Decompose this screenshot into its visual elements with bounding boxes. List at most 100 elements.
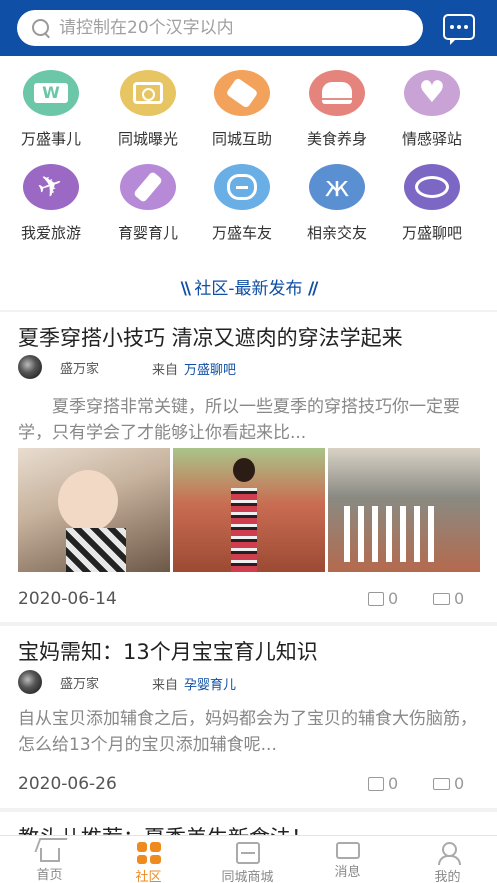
airplane-icon: ✈ [23, 164, 79, 210]
from-label: 来自 [152, 363, 179, 378]
post-date: 2020-06-26 [18, 774, 117, 794]
heart-shape: ♥ [418, 75, 446, 110]
grid-icon [136, 842, 161, 864]
section-mark-left: \\ [180, 279, 192, 299]
category-xiangqin-jiaoyou[interactable]: ж 相亲交友 [289, 164, 385, 243]
category-qinggan-yizhan[interactable]: ♥ 情感驿站 [384, 70, 480, 149]
comment-count: 0 [454, 774, 465, 793]
post-photo[interactable] [18, 448, 170, 572]
avatar[interactable] [18, 670, 42, 694]
section-mark-right: // [307, 279, 319, 299]
post-source: 来自 孕婴育儿 [152, 674, 236, 693]
category-label: 万盛事儿 [20, 130, 81, 148]
post-author[interactable]: 盛万家 [18, 670, 99, 694]
category-label: 同城互助 [211, 130, 272, 148]
tab-profile[interactable]: 我的 [398, 836, 497, 883]
post-author[interactable]: 盛万家 [18, 355, 99, 379]
chef-hat-shape [322, 82, 352, 104]
tab-home[interactable]: 首页 [0, 836, 99, 883]
chef-hat-icon [309, 70, 365, 116]
message-dot [464, 25, 468, 29]
post-excerpt: 夏季穿搭非常关键，所以一些夏季的穿搭技巧你一定要学，只有学会了才能够让你看起来比… [18, 397, 460, 443]
handshake-shape [225, 77, 259, 109]
search-input[interactable] [59, 18, 399, 38]
search-bar[interactable] [17, 10, 423, 46]
post-source: 来自 万盛聊吧 [152, 359, 236, 378]
forum-link[interactable]: 孕婴育儿 [184, 678, 236, 693]
author-name: 盛万家 [60, 361, 100, 377]
category-wansheng-liaoba[interactable]: 万盛聊吧 [384, 164, 480, 243]
message-icon [335, 842, 360, 859]
comment-count: 0 [454, 589, 465, 608]
message-dot [457, 25, 461, 29]
post-photo[interactable] [328, 448, 480, 572]
thumbs-up-icon [368, 591, 384, 606]
thumbs-up-icon [368, 776, 384, 791]
avatar[interactable] [18, 355, 42, 379]
home-icon [39, 848, 60, 862]
tab-label: 社区 [135, 870, 162, 883]
like-count: 0 [388, 589, 399, 608]
airplane-shape: ✈ [33, 165, 69, 208]
car-icon [214, 164, 270, 210]
section-title: 社区-最新发布 [194, 279, 303, 299]
camera-icon [120, 70, 176, 116]
tab-label: 我的 [434, 870, 461, 883]
like-count: 0 [388, 774, 399, 793]
post-date: 2020-06-14 [18, 589, 117, 609]
category-label: 情感驿站 [401, 130, 462, 148]
category-meishi-yangshen[interactable]: 美食养身 [289, 70, 385, 149]
message-dot [450, 25, 454, 29]
letter-w-icon: W [34, 83, 68, 103]
post-title[interactable]: 教头儿推荐：夏季美生新食法！ [18, 822, 312, 835]
like-button[interactable]: 0 [368, 589, 398, 608]
category-grid: W 万盛事儿 同城曝光 同城互助 美食养身 ♥ 情感驿站 ✈ 我爱旅游 育婴育儿… [0, 56, 497, 310]
category-woai-lvyou[interactable]: ✈ 我爱旅游 [3, 164, 99, 243]
category-wansheng-cheyou[interactable]: 万盛车友 [194, 164, 290, 243]
like-button[interactable]: 0 [368, 774, 398, 793]
bottom-tab-bar: 首页 社区 同城商城 消息 我的 [0, 835, 497, 883]
tab-label: 消息 [334, 865, 361, 880]
butterfly-shape: ж [324, 170, 350, 203]
post-title[interactable]: 夏季穿搭小技巧 清凉又遮肉的穿法学起来 [18, 322, 403, 352]
shop-icon [235, 842, 260, 864]
category-label: 万盛聊吧 [401, 224, 462, 242]
category-tongcheng-huzhu[interactable]: 同城互助 [194, 70, 290, 149]
category-label: 相亲交友 [306, 224, 367, 242]
post-photo[interactable] [173, 448, 325, 572]
category-wansheng-shier[interactable]: W 万盛事儿 [3, 70, 99, 149]
post-title[interactable]: 宝妈需知：13个月宝宝育儿知识 [18, 636, 318, 666]
section-header: \\ 社区-最新发布 // [0, 274, 497, 299]
forum-link[interactable]: 万盛聊吧 [184, 363, 236, 378]
category-label: 同城曝光 [117, 130, 178, 148]
search-icon [31, 18, 51, 38]
tab-messages[interactable]: 消息 [298, 836, 397, 883]
message-button[interactable] [443, 14, 475, 45]
comment-button[interactable]: 0 [433, 774, 464, 793]
post-card[interactable]: 宝妈需知：13个月宝宝育儿知识 盛万家 来自 孕婴育儿 自从宝贝添加辅食之后，妈妈… [0, 626, 497, 808]
butterfly-icon: ж [309, 164, 365, 210]
tab-shop[interactable]: 同城商城 [198, 836, 297, 883]
baby-bottle-shape [132, 171, 164, 203]
author-name: 盛万家 [60, 676, 100, 692]
chat-bubble-icon [404, 164, 460, 210]
baby-bottle-icon [120, 164, 176, 210]
tab-label: 同城商城 [221, 870, 274, 883]
car-shape [227, 174, 257, 200]
user-icon [436, 842, 461, 865]
comment-icon [433, 592, 450, 605]
category-label: 万盛车友 [211, 224, 272, 242]
comment-button[interactable]: 0 [433, 589, 464, 608]
post-card-partial[interactable]: 教头儿推荐：夏季美生新食法！ [0, 812, 497, 835]
coffee-cup-w-icon: W [23, 70, 79, 116]
category-tongcheng-baoguang[interactable]: 同城曝光 [100, 70, 196, 149]
from-label: 来自 [152, 678, 179, 693]
category-yuying-yuer[interactable]: 育婴育儿 [100, 164, 196, 243]
handshake-icon [214, 70, 270, 116]
camera-shape [133, 82, 163, 104]
comment-icon [433, 777, 450, 790]
tab-community[interactable]: 社区 [99, 836, 198, 883]
post-excerpt: 自从宝贝添加辅食之后，妈妈都会为了宝贝的辅食大伤脑筋，怎么给13个月的宝贝添加辅… [18, 709, 477, 755]
heart-icon: ♥ [404, 70, 460, 116]
category-label: 育婴育儿 [117, 224, 178, 242]
